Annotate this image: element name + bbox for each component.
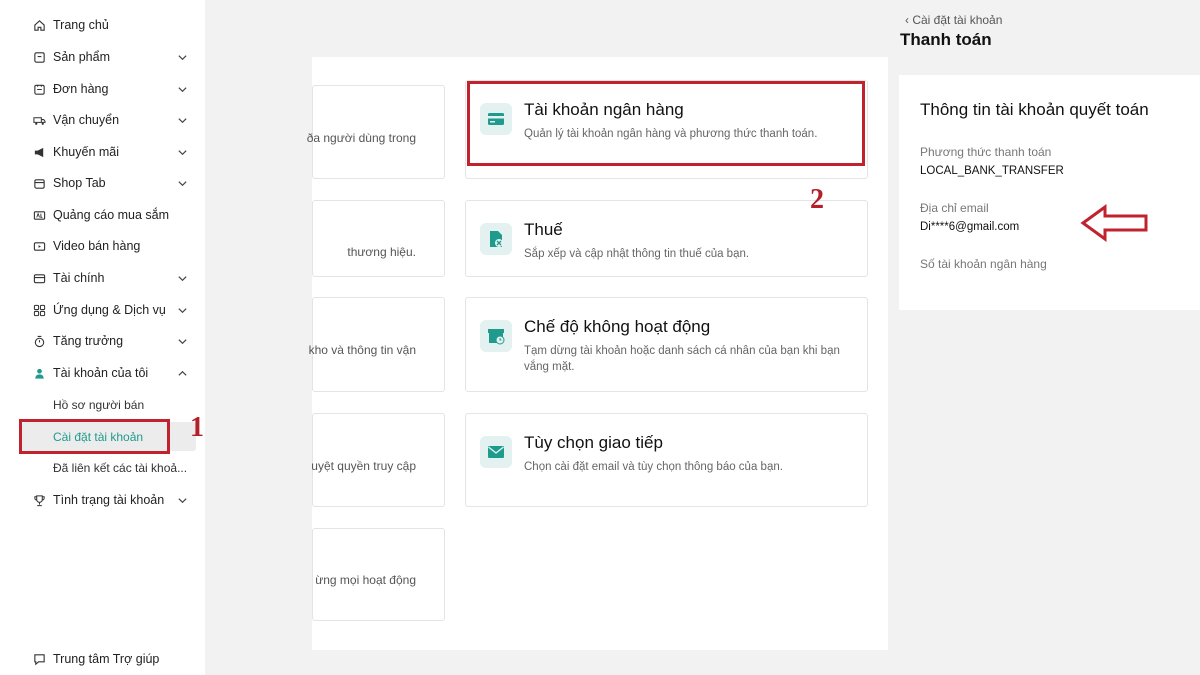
product-box-icon [33, 51, 46, 64]
annotation-highlight-1 [19, 419, 170, 454]
card-description: uyệt quyền truy cập [311, 459, 416, 473]
sidebar-item-label: Sản phẩm [53, 50, 110, 64]
tax-document-icon [480, 223, 512, 255]
annotation-highlight-2 [467, 81, 865, 166]
sidebar-item-growth[interactable]: Tăng trưởng [0, 326, 205, 356]
home-icon [33, 19, 46, 32]
truck-icon [33, 114, 46, 127]
settings-card-communication[interactable]: Tùy chọn giao tiếp Chọn cài đặt email và… [465, 413, 868, 507]
chevron-down-icon [178, 275, 187, 281]
sidebar-item-apps-services[interactable]: Ứng dụng & Dịch vụ [0, 295, 205, 325]
wallet-icon [33, 272, 46, 285]
chevron-down-icon [178, 307, 187, 313]
email-value: Di****6@gmail.com [920, 221, 1020, 233]
sidebar-item-label: Đơn hàng [53, 82, 109, 96]
settings-card-inactive-mode[interactable]: Chế độ không hoạt động Tạm dừng tài khoả… [465, 297, 868, 392]
card-title: Chế độ không hoạt động [524, 317, 711, 336]
card-description: thương hiệu. [347, 245, 416, 259]
chevron-down-icon [178, 180, 187, 186]
payment-method-label: Phương thức thanh toán [920, 145, 1052, 159]
envelope-icon [480, 436, 512, 468]
sidebar-subitem-seller-profile[interactable]: Hồ sơ người bán [53, 398, 144, 412]
sidebar-item-orders[interactable]: Đơn hàng [0, 74, 205, 104]
user-icon [33, 367, 46, 380]
card-title: Tùy chọn giao tiếp [524, 433, 663, 452]
sidebar-item-label: Vận chuyển [53, 113, 120, 127]
apps-icon [33, 304, 46, 317]
card-description: ừng mọi hoạt động [315, 573, 416, 587]
settings-card[interactable]: thương hiệu. [312, 200, 445, 277]
trophy-icon [33, 494, 46, 507]
sidebar-item-label: Tăng trưởng [53, 334, 124, 348]
settings-card-tax[interactable]: Thuế Sắp xếp và cập nhật thông tin thuế … [465, 200, 868, 277]
settings-card[interactable]: ừng mọi hoạt động [312, 528, 445, 621]
back-link-label: Cài đặt tài khoản [912, 13, 1003, 27]
sidebar-item-label: Tài chính [53, 271, 105, 285]
sidebar-item-finance[interactable]: Tài chính [0, 263, 205, 293]
sidebar-item-label: Tình trạng tài khoản [53, 493, 165, 507]
sidebar-item-shopping-ads[interactable]: Quảng cáo mua sắm [0, 200, 205, 230]
sidebar-item-shipping[interactable]: Vận chuyển [0, 105, 205, 135]
chevron-down-icon [178, 497, 187, 503]
sidebar-item-home[interactable]: Trang chủ [0, 10, 205, 40]
sidebar-item-label: Khuyến mãi [53, 145, 120, 159]
sidebar-item-account-status[interactable]: Tình trạng tài khoản [0, 485, 205, 515]
payment-method-value: LOCAL_BANK_TRANSFER [920, 165, 1064, 177]
store-clock-icon [480, 320, 512, 352]
bank-account-number-label: Số tài khoản ngân hàng [920, 257, 1047, 271]
annotation-step-2: 2 [810, 184, 824, 215]
page-title: Thanh toán [900, 30, 992, 49]
sidebar-item-promotions[interactable]: Khuyến mãi [0, 137, 205, 167]
card-description: kho và thông tin vận [308, 343, 416, 357]
chevron-down-icon [178, 54, 187, 60]
sidebar: Trang chủ Sản phẩm Đơn hàng Vận chuyển K… [0, 0, 205, 675]
chevron-down-icon [178, 86, 187, 92]
card-title: Thuế [524, 220, 563, 239]
annotation-step-1: 1 [190, 412, 204, 443]
orders-icon [33, 83, 46, 96]
sidebar-item-label: Shop Tab [53, 176, 106, 190]
card-description: Sắp xếp và cập nhật thông tin thuế của b… [524, 248, 750, 260]
sidebar-item-shop-tab[interactable]: Shop Tab [0, 168, 205, 198]
settings-card[interactable]: kho và thông tin vận [308, 297, 445, 392]
back-link[interactable]: ‹ Cài đặt tài khoản [905, 13, 1002, 27]
help-center-link[interactable]: Trung tâm Trợ giúp [0, 644, 205, 674]
chevron-up-icon [178, 370, 187, 376]
help-center-label: Trung tâm Trợ giúp [53, 652, 160, 666]
card-description: ða người dùng trong [306, 131, 416, 145]
sidebar-item-label: Trang chủ [53, 18, 109, 32]
shop-tab-icon [33, 177, 46, 190]
settlement-title: Thông tin tài khoản quyết toán [920, 100, 1149, 119]
sidebar-item-sales-video[interactable]: Video bán hàng [0, 231, 205, 261]
sidebar-item-label: Tài khoản của tôi [53, 366, 149, 380]
settings-card[interactable]: ða người dùng trong [307, 85, 445, 179]
megaphone-icon [33, 146, 46, 159]
sidebar-subitem-linked-accounts[interactable]: Đã liên kết các tài khoả... [53, 461, 187, 475]
chevron-down-icon [178, 338, 187, 344]
card-description: Chọn cài đặt email và tùy chọn thông báo… [524, 461, 783, 473]
annotation-arrow-icon [1080, 204, 1148, 242]
card-description: Tạm dừng tài khoản hoặc danh sách cá nhâ… [524, 345, 840, 373]
growth-icon [33, 335, 46, 348]
settlement-info-panel: Thông tin tài khoản quyết toán Phương th… [899, 75, 1200, 310]
help-chat-icon [33, 653, 46, 666]
video-icon [33, 240, 46, 253]
sidebar-item-label: Quảng cáo mua sắm [53, 208, 170, 222]
sidebar-item-my-account[interactable]: Tài khoản của tôi [0, 358, 205, 388]
chevron-down-icon [178, 117, 187, 123]
sidebar-item-label: Ứng dụng & Dịch vụ [53, 303, 166, 317]
chevron-down-icon [178, 149, 187, 155]
sidebar-item-products[interactable]: Sản phẩm [0, 42, 205, 72]
ad-icon [33, 209, 46, 222]
settings-card[interactable]: uyệt quyền truy cập [311, 413, 445, 507]
email-label: Địa chỉ email [920, 201, 989, 215]
sidebar-item-label: Video bán hàng [53, 239, 141, 253]
